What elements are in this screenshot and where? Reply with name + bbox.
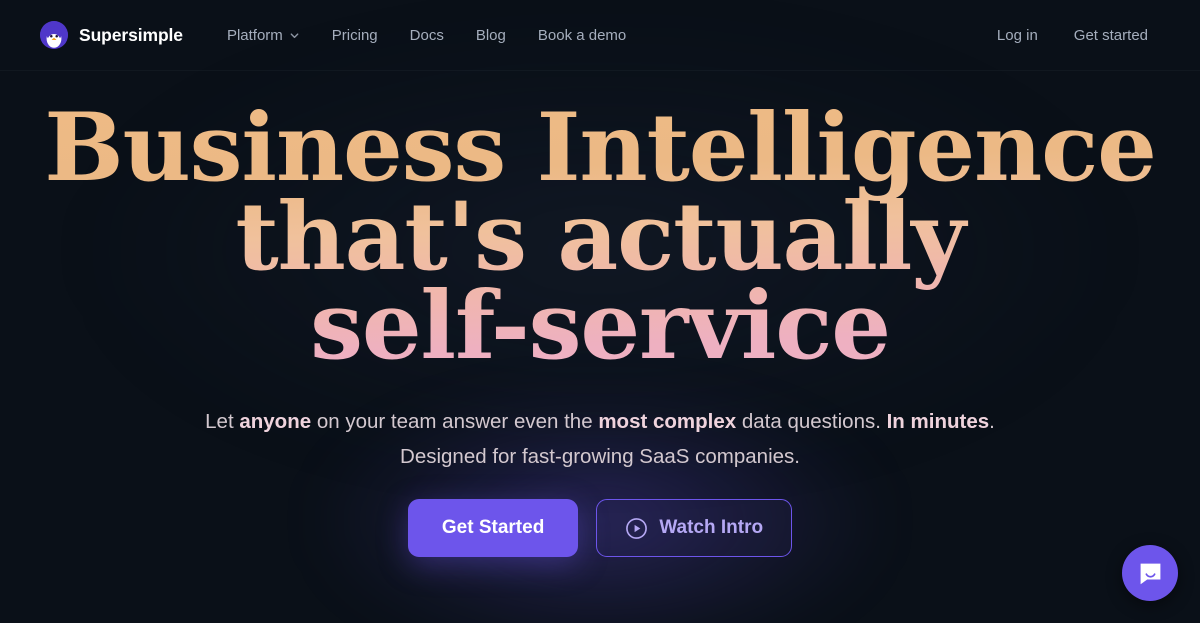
- hero-subtitle-segment-5: In minutes: [886, 410, 990, 434]
- nav-item-docs[interactable]: Docs: [398, 19, 456, 52]
- hero-subtitle-segment-1: anyone: [239, 410, 312, 434]
- nav-item-platform-label: Platform: [226, 26, 283, 44]
- hero-title-line-3: self-service: [310, 270, 890, 381]
- hero-subtitle-segment-3: most complex: [598, 410, 737, 434]
- penguin-icon: [40, 21, 68, 49]
- main-navigation: Platform Pricing Docs Blog Book a demo: [215, 19, 638, 52]
- get-started-button[interactable]: Get Started: [407, 499, 579, 558]
- hero-subtitle-segment-6: .: [989, 410, 995, 434]
- watch-intro-label: Watch Intro: [659, 517, 764, 539]
- chat-launcher-button[interactable]: [1122, 545, 1178, 601]
- brand-logo-link[interactable]: Supersimple: [40, 21, 183, 49]
- page-title: Business Intelligence that's actually se…: [0, 104, 1200, 376]
- chevron-down-icon: [290, 32, 299, 38]
- nav-item-pricing[interactable]: Pricing: [320, 19, 390, 52]
- hero-subtitle-segment-0: Let: [205, 410, 240, 434]
- hero-subtitle-line-1: Let anyone on your team answer even the …: [0, 405, 1200, 439]
- hero-subtitle: Let anyone on your team answer even the …: [0, 405, 1200, 474]
- hero-section: Business Intelligence that's actually se…: [0, 71, 1200, 558]
- chat-bubble-icon: [1140, 563, 1160, 584]
- hero-subtitle-segment-2: on your team answer even the: [311, 410, 599, 434]
- nav-item-book-a-demo[interactable]: Book a demo: [526, 19, 638, 52]
- hero-title-line-2: that's actually: [235, 181, 965, 292]
- header-actions: Log in Get started: [985, 19, 1160, 52]
- play-circle-icon: [626, 517, 648, 539]
- hero-title-line-1: Business Intelligence: [44, 93, 1156, 203]
- site-header: Supersimple Platform Pricing Docs Blog B…: [0, 0, 1200, 71]
- hero-cta-row: Get Started Watch Intro: [0, 499, 1200, 558]
- brand-name: Supersimple: [79, 24, 183, 45]
- nav-item-platform[interactable]: Platform: [215, 19, 312, 52]
- hero-subtitle-line-2: Designed for fast-growing SaaS companies…: [400, 444, 800, 468]
- nav-item-blog[interactable]: Blog: [464, 19, 518, 52]
- hero-subtitle-segment-4: data questions.: [736, 410, 887, 434]
- get-started-link[interactable]: Get started: [1062, 19, 1160, 52]
- login-link[interactable]: Log in: [985, 19, 1050, 52]
- watch-intro-button[interactable]: Watch Intro: [596, 499, 793, 558]
